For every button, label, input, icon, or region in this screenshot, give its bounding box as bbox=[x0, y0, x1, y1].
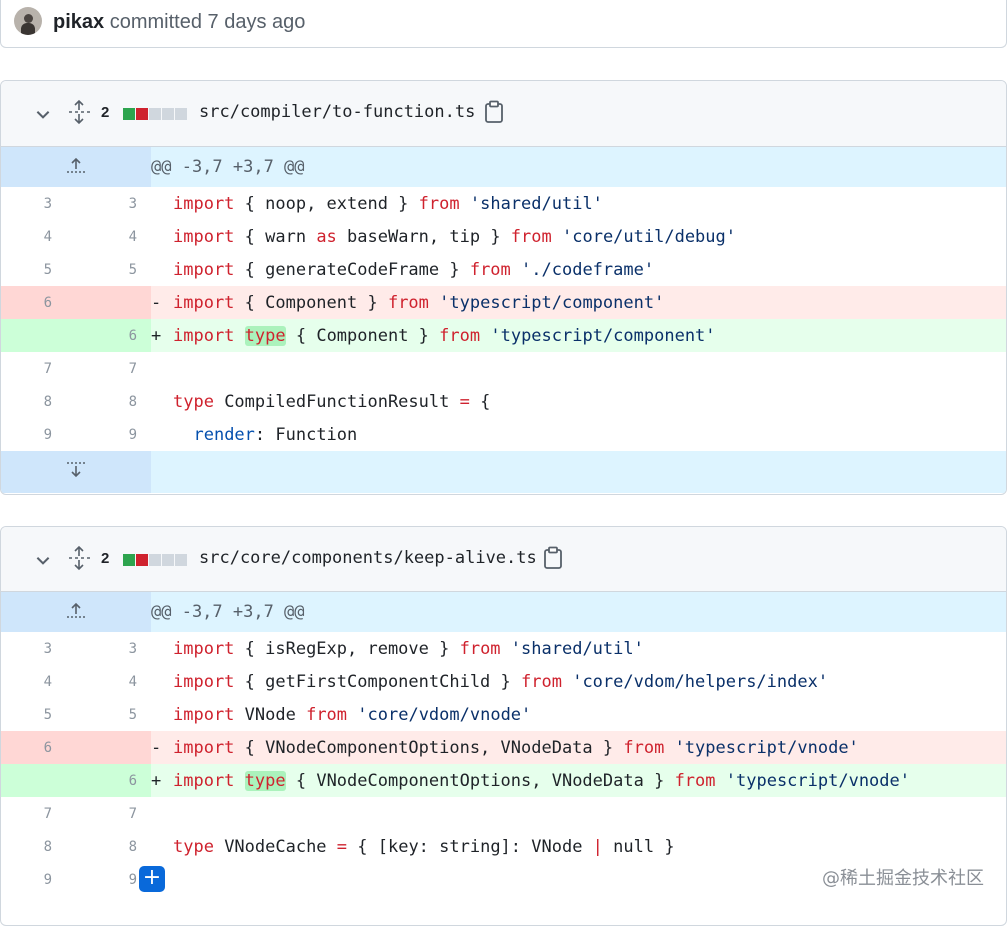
deletion-line: 6 - import { Component } from 'typescript… bbox=[1, 286, 1006, 319]
line-number-new[interactable]: 4 bbox=[76, 220, 151, 253]
line-number-new[interactable]: 3 bbox=[76, 187, 151, 220]
hunk-header: @@ -3,7 +3,7 @@ bbox=[151, 592, 1006, 632]
line-number-old[interactable]: 8 bbox=[1, 385, 76, 418]
context-line: 8 8 type CompiledFunctionResult = { bbox=[1, 385, 1006, 418]
line-number-new bbox=[76, 731, 151, 764]
line-number-old[interactable]: 6 bbox=[1, 286, 76, 319]
line-number-new[interactable]: 4 bbox=[76, 665, 151, 698]
code-line: - import { Component } from 'typescript/c… bbox=[151, 286, 1006, 319]
code-line: type CompiledFunctionResult = { bbox=[173, 391, 491, 412]
line-number-new[interactable]: 8 bbox=[76, 385, 151, 418]
file-path[interactable]: src/compiler/to-function.ts bbox=[199, 102, 475, 122]
code-line: import { getFirstComponentChild } from '… bbox=[173, 671, 829, 692]
diff-count: 2 bbox=[101, 550, 110, 567]
file-path[interactable]: src/core/components/keep-alive.ts bbox=[199, 548, 537, 568]
line-number-old bbox=[1, 764, 76, 797]
code-line: import { noop, extend } from 'shared/uti… bbox=[173, 193, 603, 214]
expand-up-button[interactable] bbox=[1, 592, 151, 632]
code-line bbox=[151, 352, 1006, 385]
line-number-new[interactable]: 6 bbox=[76, 764, 151, 797]
diff-table: @@ -3,7 +3,7 @@ 3 3 import { noop, exten… bbox=[1, 147, 1006, 493]
chevron-down-icon[interactable] bbox=[34, 551, 52, 569]
commit-meta: committed 7 days ago bbox=[109, 11, 306, 33]
line-number-old[interactable]: 7 bbox=[1, 352, 76, 385]
line-number-new[interactable]: 5 bbox=[76, 698, 151, 731]
line-number-new[interactable]: 3 bbox=[76, 632, 151, 665]
file-diff: 2 src/compiler/to-function.ts @@ -3,7 +3… bbox=[0, 80, 1007, 495]
line-number-old[interactable]: 9 bbox=[1, 863, 76, 896]
unfold-icon[interactable] bbox=[67, 99, 91, 125]
line-number-old[interactable]: 6 bbox=[1, 731, 76, 764]
context-line: 5 5 import VNode from 'core/vdom/vnode' bbox=[1, 698, 1006, 731]
code-line: import { warn as baseWarn, tip } from 'c… bbox=[173, 226, 736, 247]
file-header: 2 src/compiler/to-function.ts bbox=[1, 81, 1006, 147]
line-number-new[interactable]: 8 bbox=[76, 830, 151, 863]
context-line: 4 4 import { warn as baseWarn, tip } fro… bbox=[1, 220, 1006, 253]
author-link[interactable]: pikax bbox=[53, 11, 104, 33]
line-number-new[interactable]: 9 bbox=[76, 418, 151, 451]
code-line: + import type { Component } from 'typescr… bbox=[151, 319, 1006, 352]
context-line: 7 7 bbox=[1, 352, 1006, 385]
code-line: type VNodeCache = { [key: string]: VNode… bbox=[173, 836, 675, 857]
context-line: 3 3 import { noop, extend } from 'shared… bbox=[1, 187, 1006, 220]
avatar[interactable] bbox=[14, 7, 42, 35]
code-line: import VNode from 'core/vdom/vnode' bbox=[173, 704, 532, 725]
line-number-old[interactable]: 5 bbox=[1, 698, 76, 731]
context-line: 3 3 import { isRegExp, remove } from 'sh… bbox=[1, 632, 1006, 665]
hunk-row: @@ -3,7 +3,7 @@ bbox=[1, 147, 1006, 187]
line-number-old[interactable]: 3 bbox=[1, 187, 76, 220]
hunk-row: @@ -3,7 +3,7 @@ bbox=[1, 592, 1006, 632]
copy-icon[interactable] bbox=[542, 546, 564, 570]
commit-summary: pikax committed 7 days ago bbox=[53, 10, 305, 34]
addition-line: 6 + import type { Component } from 'types… bbox=[1, 319, 1006, 352]
code-line: render: Function bbox=[193, 424, 358, 445]
diffstat bbox=[123, 108, 187, 120]
commit-bar: pikax committed 7 days ago bbox=[0, 0, 1007, 48]
expand-down-button[interactable] bbox=[1, 451, 151, 493]
diff-count: 2 bbox=[101, 104, 110, 121]
copy-icon[interactable] bbox=[483, 100, 505, 124]
code-line: import { isRegExp, remove } from 'shared… bbox=[173, 638, 644, 659]
line-number-old[interactable]: 9 bbox=[1, 418, 76, 451]
watermark: @稀土掘金技术社区 bbox=[822, 868, 984, 889]
hunk-header: @@ -3,7 +3,7 @@ bbox=[151, 147, 1006, 187]
code-line: - import { VNodeComponentOptions, VNodeDa… bbox=[151, 731, 1006, 764]
context-line: 5 5 import { generateCodeFrame } from '.… bbox=[1, 253, 1006, 286]
file-header: 2 src/core/components/keep-alive.ts bbox=[1, 527, 1006, 592]
line-number-old[interactable]: 8 bbox=[1, 830, 76, 863]
expand-down-icon bbox=[67, 461, 85, 477]
expand-row bbox=[1, 451, 1006, 493]
line-number-new[interactable]: 6 bbox=[76, 319, 151, 352]
addition-line: 6 + import type { VNodeComponentOptions, … bbox=[1, 764, 1006, 797]
line-number-old[interactable]: 3 bbox=[1, 632, 76, 665]
line-number-old[interactable]: 4 bbox=[1, 665, 76, 698]
code-line: + import type { VNodeComponentOptions, VN… bbox=[151, 764, 1006, 797]
expand-up-icon bbox=[67, 602, 85, 618]
expand-spacer bbox=[151, 451, 1006, 493]
deletion-line: 6 - import { VNodeComponentOptions, VNode… bbox=[1, 731, 1006, 764]
context-line: 4 4 import { getFirstComponentChild } fr… bbox=[1, 665, 1006, 698]
line-number-old[interactable]: 4 bbox=[1, 220, 76, 253]
line-number-new[interactable]: 5 bbox=[76, 253, 151, 286]
line-number-old bbox=[1, 319, 76, 352]
context-line: 8 8 type VNodeCache = { [key: string]: V… bbox=[1, 830, 1006, 863]
line-number-new[interactable]: 7 bbox=[76, 352, 151, 385]
line-number-old[interactable]: 7 bbox=[1, 797, 76, 830]
expand-up-icon bbox=[67, 157, 85, 173]
context-line: 9 9 render: Function bbox=[1, 418, 1006, 451]
context-line: 7 7 bbox=[1, 797, 1006, 830]
chevron-down-icon[interactable] bbox=[34, 105, 52, 123]
line-number-old[interactable]: 5 bbox=[1, 253, 76, 286]
code-line bbox=[151, 797, 1006, 830]
line-number-new[interactable]: 7 bbox=[76, 797, 151, 830]
line-number-new bbox=[76, 286, 151, 319]
add-comment-button[interactable]: + bbox=[139, 866, 165, 892]
expand-up-button[interactable] bbox=[1, 147, 151, 187]
code-line: import { generateCodeFrame } from './cod… bbox=[173, 259, 655, 280]
unfold-icon[interactable] bbox=[67, 545, 91, 571]
diffstat bbox=[123, 554, 187, 566]
diff-table: @@ -3,7 +3,7 @@ 3 3 import { isRegExp, r… bbox=[1, 592, 1006, 896]
